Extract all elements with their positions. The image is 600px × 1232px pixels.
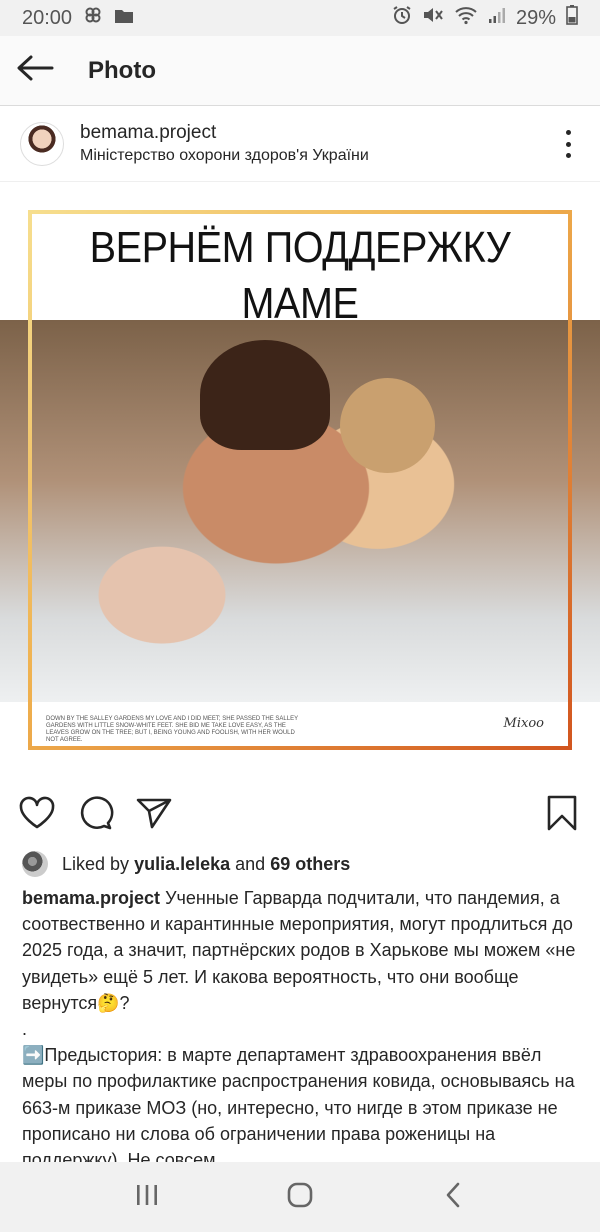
avatar[interactable] [20,121,64,166]
wifi-icon [454,5,478,31]
folder-icon [114,7,134,30]
back-button[interactable] [0,36,70,106]
bookmark-icon [546,795,578,836]
likes-summary[interactable]: Liked by yulia.leleka and 69 others [22,848,350,880]
poster-small-print: DOWN BY THE SALLEY GARDENS MY LOVE AND I… [46,716,298,743]
battery-icon [566,5,578,31]
post-caption: bemama.project Ученные Гарварда подчитал… [22,885,582,1163]
alarm-icon [392,5,412,31]
more-dot-icon [565,130,571,135]
comment-icon [78,795,114,836]
system-nav-bar [0,1162,600,1232]
heart-icon [18,796,56,835]
home-icon [287,1182,313,1213]
post-header: bemama.project Міністерство охорони здор… [0,106,600,182]
like-button[interactable] [18,796,56,834]
share-button[interactable] [135,796,173,834]
poster-signature: Mixoo [503,716,544,731]
home-button[interactable] [270,1172,330,1222]
more-options-button[interactable] [564,130,572,158]
likes-others[interactable]: 69 others [270,854,350,875]
likes-prefix: Liked by [62,853,130,874]
post-actions [0,782,600,846]
page-title: Photo [88,56,156,84]
status-bar: 20:00 29% [0,0,600,36]
save-button[interactable] [543,795,581,836]
recent-apps-icon [135,1184,159,1211]
likes-conjunction: and [235,853,266,874]
liker-avatar [22,851,48,877]
send-icon [135,796,173,835]
recent-apps-button[interactable] [117,1172,177,1222]
liker-username[interactable]: yulia.leleka [134,854,230,875]
signal-icon [488,6,506,30]
poster-title: ВЕРНЁМ ПОДДЕРЖКУ МАМЕ [89,223,511,328]
battery-percent: 29% [515,6,556,29]
status-time: 20:00 [22,6,73,29]
app-header: Photo [0,36,600,106]
post-username[interactable]: bemama.project [80,122,369,144]
caption-paragraph-2: ➡️Предыстория: в марте департамент здрав… [22,1045,575,1163]
caption-separator: . [22,1019,28,1040]
more-dot-icon [565,153,571,158]
post-location[interactable]: Міністерство охорони здоров'я України [80,147,369,165]
pinwheel-icon [84,6,102,30]
back-arrow-icon [16,54,54,87]
more-dot-icon [565,141,571,147]
post-image[interactable]: ВЕРНЁМ ПОДДЕРЖКУ МАМЕ DOWN BY THE SALLEY… [0,182,600,782]
chevron-left-icon [445,1182,461,1213]
system-back-button[interactable] [423,1172,483,1222]
caption-username[interactable]: bemama.project [22,888,160,908]
mute-icon [422,5,444,31]
comment-button[interactable] [77,795,115,836]
